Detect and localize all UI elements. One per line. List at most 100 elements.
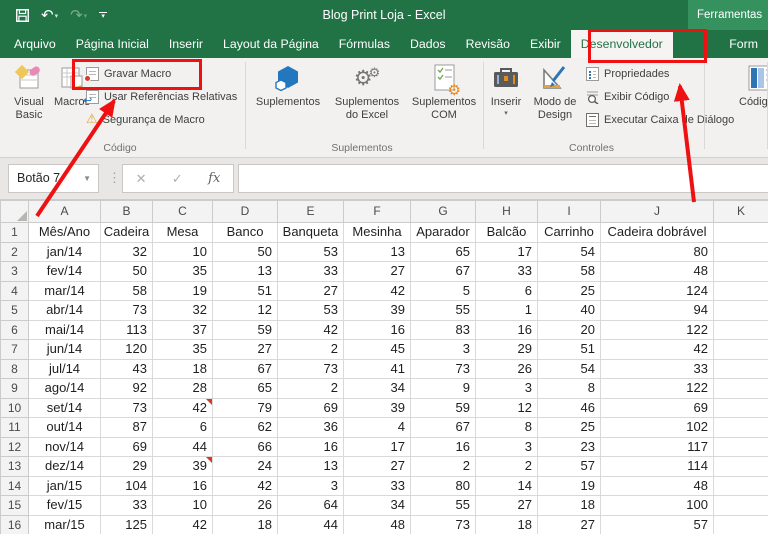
cell-B9[interactable]: 92 bbox=[101, 379, 153, 399]
cell-E5[interactable]: 53 bbox=[278, 301, 344, 321]
cell-G6[interactable]: 83 bbox=[411, 320, 476, 340]
cell-B15[interactable]: 33 bbox=[101, 496, 153, 516]
cell-F5[interactable]: 39 bbox=[344, 301, 411, 321]
row-header-15[interactable]: 15 bbox=[1, 496, 29, 516]
cell-K13[interactable] bbox=[714, 457, 768, 477]
seguranca-macro-button[interactable]: ⚠ Segurança de Macro bbox=[86, 108, 237, 131]
cell-C7[interactable]: 35 bbox=[153, 340, 213, 360]
cell-B11[interactable]: 87 bbox=[101, 418, 153, 438]
cell-I9[interactable]: 8 bbox=[538, 379, 601, 399]
modo-design-button[interactable]: Modo de Design bbox=[528, 60, 582, 122]
cell-C12[interactable]: 44 bbox=[153, 437, 213, 457]
enter-button[interactable]: ✓ bbox=[172, 171, 183, 187]
row-header-9[interactable]: 9 bbox=[1, 379, 29, 399]
row-header-6[interactable]: 6 bbox=[1, 320, 29, 340]
cell-I6[interactable]: 20 bbox=[538, 320, 601, 340]
cell-B6[interactable]: 113 bbox=[101, 320, 153, 340]
cell-I14[interactable]: 19 bbox=[538, 476, 601, 496]
cell-A6[interactable]: mai/14 bbox=[29, 320, 101, 340]
cancel-button[interactable]: ✕ bbox=[136, 171, 147, 187]
cell-D13[interactable]: 24 bbox=[213, 457, 278, 477]
cell-K1[interactable] bbox=[714, 223, 768, 243]
cell-B5[interactable]: 73 bbox=[101, 301, 153, 321]
cell-H1[interactable]: Balcão bbox=[476, 223, 538, 243]
cell-E16[interactable]: 44 bbox=[278, 515, 344, 534]
cell-G9[interactable]: 9 bbox=[411, 379, 476, 399]
cell-A13[interactable]: dez/14 bbox=[29, 457, 101, 477]
cell-E9[interactable]: 2 bbox=[278, 379, 344, 399]
cell-F4[interactable]: 42 bbox=[344, 281, 411, 301]
cell-B12[interactable]: 69 bbox=[101, 437, 153, 457]
cell-J10[interactable]: 69 bbox=[601, 398, 714, 418]
cell-K6[interactable] bbox=[714, 320, 768, 340]
cell-C1[interactable]: Mesa bbox=[153, 223, 213, 243]
cell-I5[interactable]: 40 bbox=[538, 301, 601, 321]
cell-F6[interactable]: 16 bbox=[344, 320, 411, 340]
column-header-J[interactable]: J bbox=[601, 201, 714, 223]
cell-E1[interactable]: Banqueta bbox=[278, 223, 344, 243]
cell-K4[interactable] bbox=[714, 281, 768, 301]
cell-H12[interactable]: 3 bbox=[476, 437, 538, 457]
cell-I10[interactable]: 46 bbox=[538, 398, 601, 418]
inserir-button[interactable]: Inserir ▾ bbox=[486, 60, 526, 117]
cell-E11[interactable]: 36 bbox=[278, 418, 344, 438]
cell-C9[interactable]: 28 bbox=[153, 379, 213, 399]
column-header-I[interactable]: I bbox=[538, 201, 601, 223]
cell-K8[interactable] bbox=[714, 359, 768, 379]
cell-J2[interactable]: 80 bbox=[601, 242, 714, 262]
cell-B4[interactable]: 58 bbox=[101, 281, 153, 301]
cell-C5[interactable]: 32 bbox=[153, 301, 213, 321]
cell-H13[interactable]: 2 bbox=[476, 457, 538, 477]
visual-basic-button[interactable]: Visual Basic bbox=[6, 60, 52, 122]
cell-E6[interactable]: 42 bbox=[278, 320, 344, 340]
cell-A16[interactable]: mar/15 bbox=[29, 515, 101, 534]
cell-F15[interactable]: 34 bbox=[344, 496, 411, 516]
cell-J5[interactable]: 94 bbox=[601, 301, 714, 321]
cell-A12[interactable]: nov/14 bbox=[29, 437, 101, 457]
column-header-G[interactable]: G bbox=[411, 201, 476, 223]
cell-B14[interactable]: 104 bbox=[101, 476, 153, 496]
cell-F2[interactable]: 13 bbox=[344, 242, 411, 262]
column-header-H[interactable]: H bbox=[476, 201, 538, 223]
cell-H6[interactable]: 16 bbox=[476, 320, 538, 340]
row-header-12[interactable]: 12 bbox=[1, 437, 29, 457]
cell-F14[interactable]: 33 bbox=[344, 476, 411, 496]
cell-F9[interactable]: 34 bbox=[344, 379, 411, 399]
tab-form-contextual[interactable]: Form bbox=[719, 30, 768, 58]
cell-A10[interactable]: set/14 bbox=[29, 398, 101, 418]
cell-J3[interactable]: 48 bbox=[601, 262, 714, 282]
cell-C6[interactable]: 37 bbox=[153, 320, 213, 340]
column-header-K[interactable]: K bbox=[714, 201, 768, 223]
cell-C13[interactable]: 39 bbox=[153, 457, 213, 477]
cell-C10[interactable]: 42 bbox=[153, 398, 213, 418]
name-box-dropdown-icon[interactable]: ▼ bbox=[76, 165, 98, 192]
cell-A14[interactable]: jan/15 bbox=[29, 476, 101, 496]
cell-G11[interactable]: 67 bbox=[411, 418, 476, 438]
cell-K14[interactable] bbox=[714, 476, 768, 496]
cell-J6[interactable]: 122 bbox=[601, 320, 714, 340]
cell-I11[interactable]: 25 bbox=[538, 418, 601, 438]
column-header-F[interactable]: F bbox=[344, 201, 411, 223]
codigo-fonte-button[interactable]: Código fonte bbox=[739, 60, 768, 109]
cell-G16[interactable]: 73 bbox=[411, 515, 476, 534]
cell-I15[interactable]: 18 bbox=[538, 496, 601, 516]
cell-D11[interactable]: 62 bbox=[213, 418, 278, 438]
suplementos-com-button[interactable]: ⚙ Suplementos COM bbox=[408, 60, 480, 122]
cell-H16[interactable]: 18 bbox=[476, 515, 538, 534]
cell-H10[interactable]: 12 bbox=[476, 398, 538, 418]
cell-F1[interactable]: Mesinha bbox=[344, 223, 411, 243]
cell-J13[interactable]: 114 bbox=[601, 457, 714, 477]
cell-B13[interactable]: 29 bbox=[101, 457, 153, 477]
cell-I16[interactable]: 27 bbox=[538, 515, 601, 534]
cell-H9[interactable]: 3 bbox=[476, 379, 538, 399]
cell-K10[interactable] bbox=[714, 398, 768, 418]
cell-A1[interactable]: Mês/Ano bbox=[29, 223, 101, 243]
column-header-E[interactable]: E bbox=[278, 201, 344, 223]
name-box[interactable]: Botão 7 ▼ bbox=[8, 164, 99, 193]
cell-G15[interactable]: 55 bbox=[411, 496, 476, 516]
cell-H7[interactable]: 29 bbox=[476, 340, 538, 360]
column-header-B[interactable]: B bbox=[101, 201, 153, 223]
column-header-C[interactable]: C bbox=[153, 201, 213, 223]
row-header-5[interactable]: 5 bbox=[1, 301, 29, 321]
cell-B8[interactable]: 43 bbox=[101, 359, 153, 379]
